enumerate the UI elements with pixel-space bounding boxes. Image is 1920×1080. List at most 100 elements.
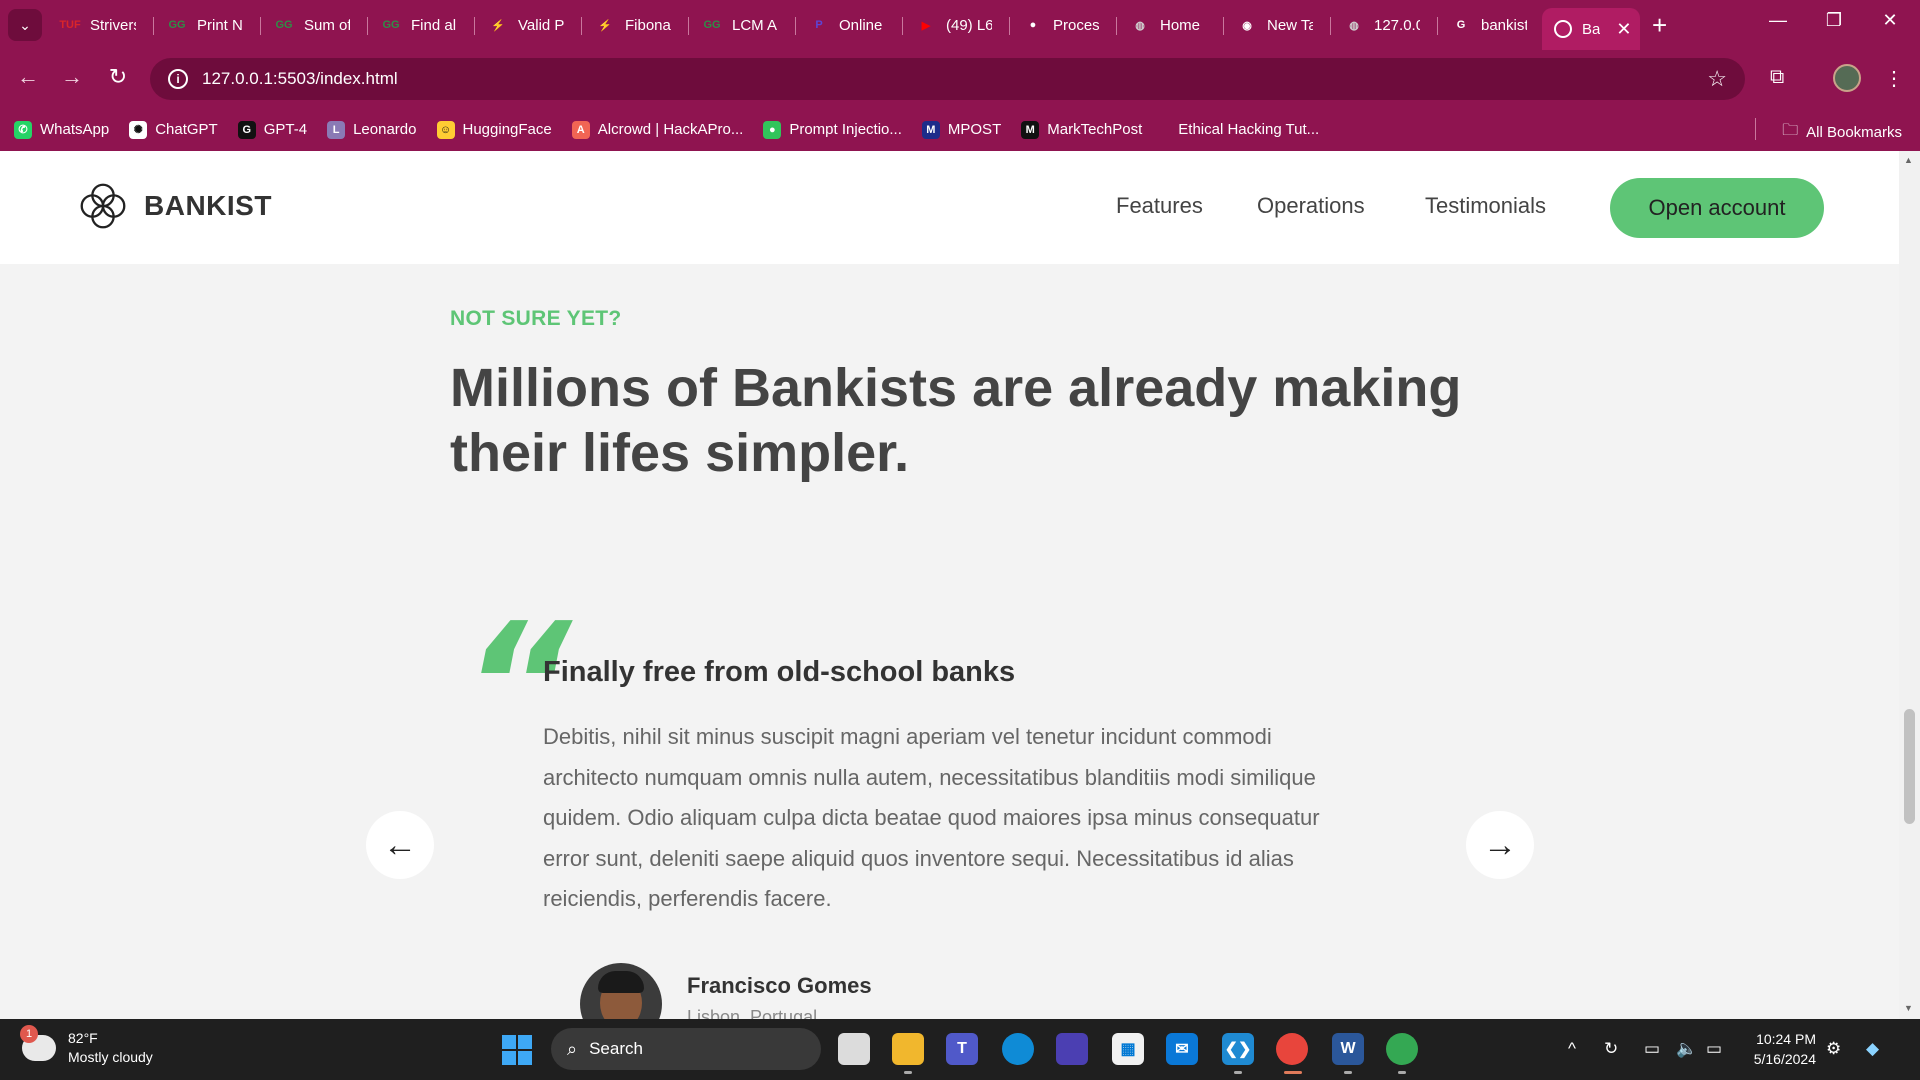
site-info-icon[interactable]: i xyxy=(168,69,188,89)
bookmarks-bar: ✆ WhatsApp ✺ ChatGPT G GPT-4 L Leonardo ☺ Hugging… xyxy=(0,108,1920,151)
nav-link-testimonials[interactable]: Testimonials xyxy=(1425,193,1546,219)
address-bar[interactable]: i 127.0.0.1:5503/index.html ☆ xyxy=(150,58,1745,100)
tab-separator xyxy=(1116,17,1117,35)
notifications-icon[interactable]: ⚙ xyxy=(1826,1039,1841,1059)
author-name: Francisco Gomes xyxy=(687,973,872,998)
taskbar-search[interactable]: ⌕ Search xyxy=(551,1028,821,1070)
all-bookmarks-button[interactable]: 🗀 All Bookmarks xyxy=(1782,119,1902,146)
menu-icon[interactable]: ⋮ xyxy=(1884,66,1904,91)
bookmark-item[interactable]: A Alcrowd | HackAPro... xyxy=(571,120,743,139)
close-tab-icon[interactable]: ✕ xyxy=(1616,19,1631,40)
tab-separator xyxy=(688,17,689,35)
tab-9[interactable]: ● Proces xyxy=(1011,8,1115,42)
tab-search-button[interactable]: ⌄ xyxy=(8,9,42,41)
open-account-button[interactable]: Open account xyxy=(1610,178,1824,238)
bookmarks-divider xyxy=(1755,118,1756,140)
windows-start-icon[interactable] xyxy=(502,1035,532,1065)
tab-5[interactable]: ⚡ Fibonac xyxy=(583,8,687,42)
bookmark-item[interactable]: Ethical Hacking Tut... xyxy=(1178,121,1319,138)
vscode-icon[interactable]: ❮❯ xyxy=(1222,1033,1254,1065)
edge-icon[interactable] xyxy=(1002,1033,1034,1065)
bookmark-label: Ethical Hacking Tut... xyxy=(1178,121,1320,138)
bookmark-item[interactable]: M MPOST xyxy=(921,120,1001,139)
new-tab-button[interactable]: + xyxy=(1652,10,1667,40)
tab-6[interactable]: GG LCM Ar xyxy=(690,8,794,42)
minimize-button[interactable]: — xyxy=(1750,10,1806,31)
testimonial-author: Francisco Gomes Lisbon, Portugal xyxy=(580,963,872,1019)
tab-8[interactable]: ▶ (49) L6 xyxy=(904,8,1008,42)
tab-12[interactable]: ◍ 127.0.0 xyxy=(1332,8,1436,42)
bookmark-label: ChatGPT xyxy=(155,121,218,138)
tab-10[interactable]: ◍ Home xyxy=(1118,8,1222,42)
tab-title: New Ta xyxy=(1267,16,1313,34)
task-view-icon[interactable] xyxy=(838,1033,870,1065)
forward-button[interactable]: → xyxy=(56,64,88,90)
back-button[interactable]: ← xyxy=(12,64,44,90)
tab-separator xyxy=(1437,17,1438,35)
restore-button[interactable]: ❐ xyxy=(1806,10,1862,31)
slider-next-button[interactable]: → xyxy=(1466,811,1534,879)
search-icon: ⌕ xyxy=(567,1038,578,1059)
file-explorer-icon[interactable] xyxy=(892,1033,924,1065)
running-indicator xyxy=(904,1071,912,1074)
site-logo[interactable]: BANKIST xyxy=(74,177,272,235)
mail-icon[interactable]: ✉ xyxy=(1166,1033,1198,1065)
copilot-tray-icon[interactable]: ◆ xyxy=(1866,1039,1879,1059)
gfg-icon: GG xyxy=(275,19,293,31)
chrome-profile-icon[interactable] xyxy=(1386,1033,1418,1065)
bookmark-item[interactable]: ✺ ChatGPT xyxy=(129,120,218,139)
bookmark-item[interactable]: M MarkTechPost xyxy=(1021,120,1142,139)
chevron-up-icon[interactable]: ^ xyxy=(1568,1039,1576,1059)
network-icon[interactable]: ▭ xyxy=(1644,1039,1660,1059)
copilot-icon[interactable] xyxy=(1056,1033,1088,1065)
tab-title: Proces xyxy=(1053,16,1099,34)
bookmark-label: WhatsApp xyxy=(40,121,110,138)
volume-icon[interactable]: 🔈 xyxy=(1676,1039,1697,1059)
store-icon[interactable]: ▦ xyxy=(1112,1033,1144,1065)
bankist-logo-icon xyxy=(80,183,126,229)
compiler-icon: P xyxy=(815,19,823,31)
battery-icon[interactable]: ▭ xyxy=(1706,1039,1722,1059)
close-window-button[interactable]: ✕ xyxy=(1862,10,1918,31)
tab-separator xyxy=(474,17,475,35)
tab-3[interactable]: GG Find all xyxy=(369,8,473,42)
nav-link-operations[interactable]: Operations xyxy=(1257,193,1365,219)
tab-7[interactable]: P Online xyxy=(797,8,901,42)
running-indicator xyxy=(1344,1071,1352,1074)
tab-separator xyxy=(902,17,903,35)
globe-icon: ◍ xyxy=(1349,19,1359,32)
slider-prev-button[interactable]: ← xyxy=(366,811,434,879)
running-indicator xyxy=(1234,1071,1242,1074)
sync-icon[interactable]: ↻ xyxy=(1604,1039,1618,1059)
bookmark-item[interactable]: G GPT-4 xyxy=(237,120,307,139)
weather-widget[interactable]: 1 82°F Mostly cloudy xyxy=(20,1025,153,1067)
bookmarks-list: ✆ WhatsApp ✺ ChatGPT G GPT-4 L Leonardo ☺ Hugging… xyxy=(0,120,1325,139)
scrollbar-thumb[interactable] xyxy=(1904,709,1915,824)
bookmark-item[interactable]: ✆ WhatsApp xyxy=(14,120,110,139)
profile-avatar[interactable] xyxy=(1833,64,1861,92)
globe-icon: ◍ xyxy=(1135,19,1145,32)
bookmark-item[interactable]: ● Prompt Injectio... xyxy=(763,120,902,139)
bookmark-item[interactable]: L Leonardo xyxy=(327,120,417,139)
tab-2[interactable]: GG Sum of xyxy=(262,8,366,42)
tab-4[interactable]: ⚡ Valid P xyxy=(476,8,580,42)
tab-11[interactable]: ◉ New Ta xyxy=(1225,8,1329,42)
bookmark-star-icon[interactable]: ☆ xyxy=(1707,66,1727,92)
word-icon[interactable]: W xyxy=(1332,1033,1364,1065)
bookmark-item[interactable]: ☺ HuggingFace xyxy=(436,120,552,139)
tab-active-bankist[interactable]: Ba ✕ xyxy=(1542,8,1640,50)
tab-13[interactable]: Gbankist xyxy=(1439,8,1543,42)
scroll-down-icon[interactable]: ▼ xyxy=(1904,1003,1913,1013)
scroll-up-icon[interactable]: ▲ xyxy=(1904,155,1913,165)
page-scrollbar[interactable]: ▲ ▼ xyxy=(1899,151,1920,1019)
reload-button[interactable]: ↻ xyxy=(102,64,134,90)
nav-link-features[interactable]: Features xyxy=(1116,193,1203,219)
running-indicator xyxy=(1398,1071,1406,1074)
tab-1[interactable]: GG Print N xyxy=(155,8,259,42)
tab-0[interactable]: TUF Strivers xyxy=(48,8,152,42)
codeforces-icon: ⚡ xyxy=(598,19,612,32)
teams-icon[interactable]: T xyxy=(946,1033,978,1065)
chrome-icon[interactable] xyxy=(1276,1033,1308,1065)
extensions-icon[interactable]: ⧉ xyxy=(1770,66,1784,89)
system-clock[interactable]: 10:24 PM 5/16/2024 xyxy=(1742,1029,1816,1069)
